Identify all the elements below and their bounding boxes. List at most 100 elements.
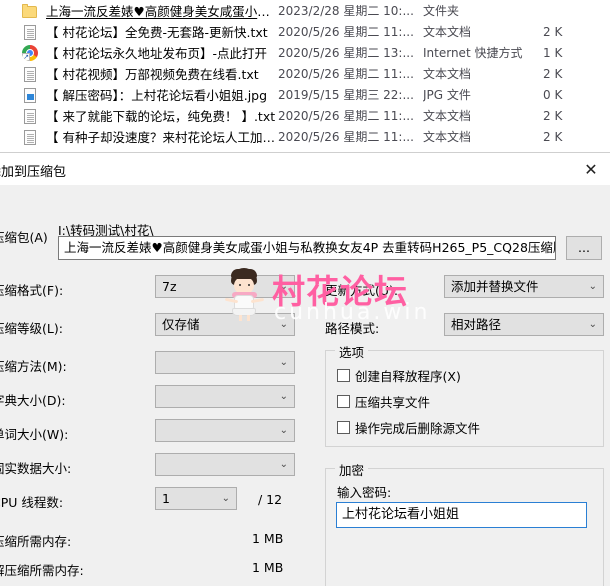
checkbox-label: 创建自释放程序(X) [355, 369, 461, 384]
cpu-threads-select[interactable]: 1 ⌄ [155, 487, 237, 510]
path-mode-label: 路径模式: [325, 321, 380, 336]
table-row[interactable]: 【 村花论坛】全免费-无套路-更新快.txt 2020/5/26 星期二 11:… [0, 21, 610, 42]
mem-compress-label: 压缩所需内存: [0, 534, 72, 549]
file-size: 0 K [543, 87, 563, 102]
update-mode-select[interactable]: 添加并替换文件 ⌄ [444, 275, 604, 298]
encryption-group-title: 加密 [335, 460, 369, 479]
file-type: JPG 文件 [423, 88, 471, 102]
password-field[interactable]: 上村花论坛看小姐姐 [336, 502, 587, 528]
text-file-icon [22, 66, 38, 82]
file-date: 2020/5/26 星期二 11:... [278, 130, 414, 144]
dict-size-label: 字典大小(D): [0, 393, 66, 408]
file-size: 2 K [543, 108, 563, 123]
checkbox-label: 操作完成后删除源文件 [355, 421, 481, 436]
close-icon[interactable]: ✕ [576, 156, 606, 182]
chevron-down-icon[interactable]: ⌄ [280, 276, 288, 297]
cpu-threads-value: 1 [162, 491, 170, 506]
file-type: Internet 快捷方式 [423, 46, 523, 60]
file-size: 2 K [543, 66, 563, 81]
chevron-down-icon[interactable]: ⌄ [280, 314, 288, 335]
folder-icon [22, 3, 38, 19]
word-size-select[interactable]: ⌄ [155, 419, 295, 442]
mem-compress-value: 1 MB [252, 531, 284, 546]
text-file-icon [22, 108, 38, 124]
file-type: 文本文档 [423, 25, 472, 39]
table-row[interactable]: 【 村花视频】万部视频免费在线看.txt 2020/5/26 星期二 11:..… [0, 63, 610, 84]
level-select[interactable]: 仅存储 ⌄ [155, 313, 295, 336]
file-name[interactable]: 上海一流反差婊♥高颜健身美女咸蛋小姐... [46, 1, 278, 20]
chevron-down-icon[interactable]: ⌄ [280, 352, 288, 373]
password-value: 上村花论坛看小姐姐 [342, 507, 460, 522]
file-date: 2019/5/15 星期三 22:... [278, 88, 414, 102]
file-name[interactable]: 【 村花论坛】全免费-无套路-更新快.txt [46, 22, 278, 41]
checkbox-box [337, 395, 350, 408]
chevron-down-icon[interactable]: ⌄ [280, 386, 288, 407]
file-date: 2020/5/26 星期二 11:... [278, 25, 414, 39]
page-title: 添加到压缩包 [0, 165, 67, 180]
level-value: 仅存储 [162, 317, 200, 332]
path-mode-value: 相对路径 [451, 317, 502, 332]
mem-decompress-value: 1 MB [252, 560, 284, 575]
password-label: 输入密码: [337, 485, 392, 500]
path-mode-select[interactable]: 相对路径 ⌄ [444, 313, 604, 336]
method-select[interactable]: ⌄ [155, 351, 295, 374]
options-group-title: 选项 [335, 342, 369, 361]
chevron-down-icon[interactable]: ⌄ [589, 314, 597, 335]
file-type: 文件夹 [423, 4, 460, 18]
archive-label: 压缩包(A) [0, 230, 48, 245]
chevron-down-icon[interactable]: ⌄ [589, 276, 597, 297]
file-date: 2020/5/26 星期二 11:... [278, 67, 414, 81]
cpu-threads-max: / 12 [258, 492, 283, 507]
text-file-icon [22, 129, 38, 145]
checkbox-compress-shared[interactable]: 压缩共享文件 [337, 392, 430, 411]
chrome-shortcut-icon: ↗ [22, 44, 38, 61]
format-select[interactable]: 7z ⌄ [155, 275, 295, 298]
file-size: 1 K [543, 45, 563, 60]
chevron-down-icon[interactable]: ⌄ [280, 454, 288, 475]
solid-size-label: 固实数据大小: [0, 461, 72, 476]
checkbox-delete-after[interactable]: 操作完成后删除源文件 [337, 418, 480, 437]
jpg-file-icon [22, 87, 38, 103]
format-label: 压缩格式(F): [0, 283, 64, 298]
checkbox-box [337, 421, 350, 434]
method-label: 压缩方法(M): [0, 359, 67, 374]
update-mode-label: 更新方式(U): [325, 283, 399, 298]
file-name[interactable]: 【 有种子却没速度？来村花论坛人工加速... [46, 127, 278, 146]
table-row[interactable]: 上海一流反差婊♥高颜健身美女咸蛋小姐... 2023/2/28 星期二 10:.… [0, 0, 610, 21]
table-row[interactable]: ↗ 【 村花论坛永久地址发布页】-点此打开 2020/5/26 星期二 13:.… [0, 42, 610, 63]
checkbox-label: 压缩共享文件 [355, 395, 431, 410]
word-size-label: 单词大小(W): [0, 427, 69, 442]
cpu-threads-label: CPU 线程数: [0, 495, 64, 510]
file-type: 文本文档 [423, 109, 472, 123]
table-row[interactable]: 【 解压密码】：上村花论坛看小姐姐.jpg 2019/5/15 星期三 22:.… [0, 84, 610, 105]
chevron-down-icon[interactable]: ⌄ [280, 420, 288, 441]
archive-name-input[interactable]: 上海一流反差婊♥高颜健身美女咸蛋小姐与私教换女友4P 去重转码H265_P5_C… [58, 236, 556, 260]
file-size: 2 K [543, 129, 563, 144]
chevron-down-icon[interactable]: ⌄ [540, 237, 548, 259]
dialog-body: 压缩包(A) I:\转码测试\村花\ 上海一流反差婊♥高颜健身美女咸蛋小姐与私教… [0, 186, 610, 586]
file-name[interactable]: 【 来了就能下载的论坛，纯免费！ 】.txt [46, 106, 278, 125]
file-name[interactable]: 【 解压密码】：上村花论坛看小姐姐.jpg [46, 85, 278, 104]
add-to-archive-dialog: 添加到压缩包 ✕ 压缩包(A) I:\转码测试\村花\ 上海一流反差婊♥高颜健身… [0, 152, 610, 586]
file-size: 2 K [543, 24, 563, 39]
level-label: 压缩等级(L): [0, 321, 63, 336]
archive-name-value: 上海一流反差婊♥高颜健身美女咸蛋小姐与私教换女友4P 去重转码H265_P5_C… [64, 240, 556, 255]
chevron-down-icon[interactable]: ⌄ [222, 488, 230, 509]
file-date: 2020/5/26 星期二 13:... [278, 46, 414, 60]
file-type: 文本文档 [423, 130, 472, 144]
file-type: 文本文档 [423, 67, 472, 81]
solid-size-select[interactable]: ⌄ [155, 453, 295, 476]
format-value: 7z [162, 279, 177, 294]
table-row[interactable]: 【 来了就能下载的论坛，纯免费！ 】.txt 2020/5/26 星期二 11:… [0, 105, 610, 126]
table-row[interactable]: 【 有种子却没速度？来村花论坛人工加速... 2020/5/26 星期二 11:… [0, 126, 610, 147]
text-file-icon [22, 24, 38, 40]
checkbox-box [337, 369, 350, 382]
file-name[interactable]: 【 村花论坛永久地址发布页】-点此打开 [46, 43, 278, 62]
checkbox-create-sfx[interactable]: 创建自释放程序(X) [337, 366, 461, 385]
file-name[interactable]: 【 村花视频】万部视频免费在线看.txt [46, 64, 278, 83]
file-date: 2020/5/26 星期二 11:... [278, 109, 414, 123]
explorer-file-list[interactable]: 上海一流反差婊♥高颜健身美女咸蛋小姐... 2023/2/28 星期二 10:.… [0, 0, 610, 150]
update-mode-value: 添加并替换文件 [451, 279, 539, 294]
dict-size-select[interactable]: ⌄ [155, 385, 295, 408]
browse-button[interactable]: ... [566, 236, 602, 260]
